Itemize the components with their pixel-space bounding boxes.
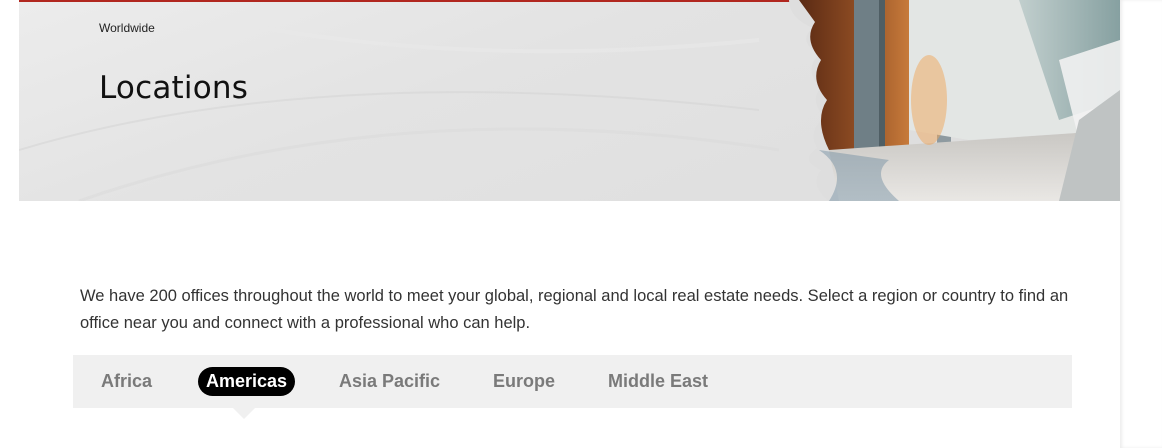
hero-banner: Worldwide Locations	[19, 0, 1120, 201]
tab-europe[interactable]: Europe	[493, 367, 555, 396]
breadcrumb[interactable]: Worldwide	[99, 21, 155, 35]
hero-building-photo	[789, 0, 1120, 201]
page-margin-left	[0, 0, 19, 448]
tab-americas[interactable]: Americas	[198, 367, 296, 396]
page-title: Locations	[99, 70, 249, 106]
intro-paragraph: We have 200 offices throughout the world…	[80, 287, 1069, 332]
tab-middle-east[interactable]: Middle East	[608, 367, 708, 396]
region-tab-bar: Africa Americas Asia Pacific Europe Midd…	[73, 355, 1072, 408]
tab-asia-pacific[interactable]: Asia Pacific	[339, 367, 440, 396]
active-tab-caret-icon	[233, 408, 255, 419]
tab-africa[interactable]: Africa	[101, 367, 152, 396]
page-margin-right	[1120, 0, 1162, 448]
